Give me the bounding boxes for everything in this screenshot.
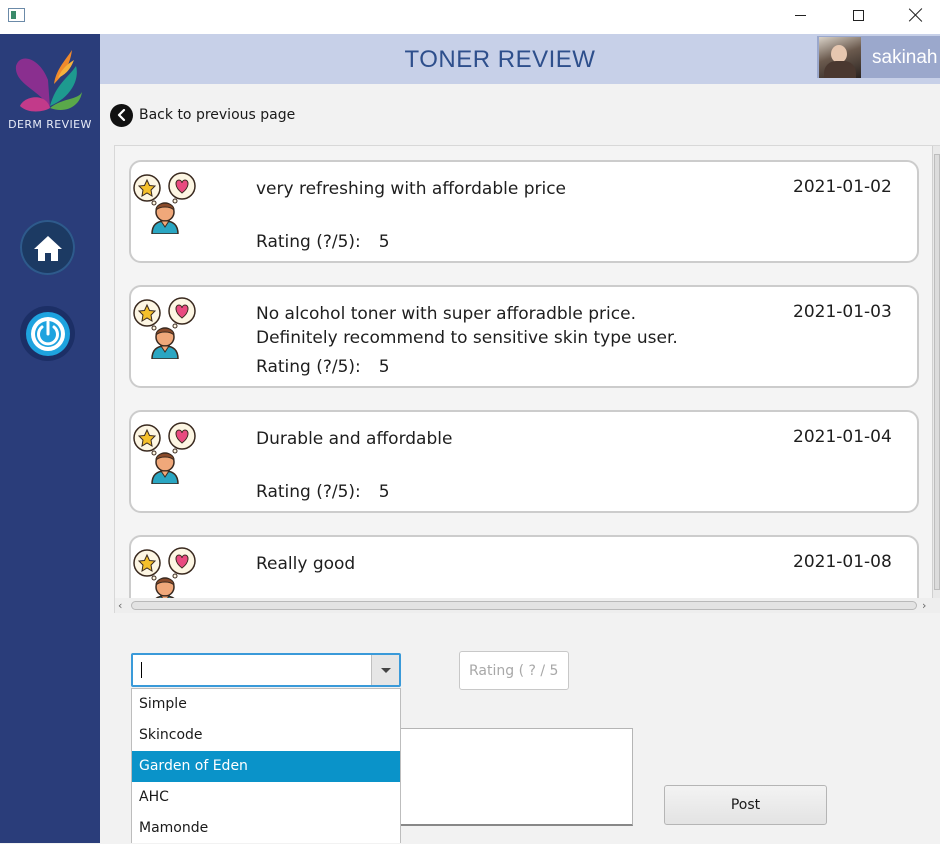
maximize-icon xyxy=(852,9,864,21)
post-button[interactable]: Post xyxy=(664,785,827,825)
avatar xyxy=(819,37,861,78)
review-date: 2021-01-04 xyxy=(793,427,892,447)
minimize-button[interactable] xyxy=(771,0,829,30)
dropdown-option-simple[interactable]: Simple xyxy=(132,689,400,720)
review-rating: Rating (?/5): 5 xyxy=(256,232,390,252)
reviewer-avatar-icon xyxy=(133,172,196,234)
review-comment: Really good xyxy=(256,554,356,574)
reviewer-avatar-icon xyxy=(133,422,196,484)
chevron-down-icon xyxy=(380,667,391,673)
dropdown-option-skincode[interactable]: Skincode xyxy=(132,720,400,751)
review-textarea[interactable] xyxy=(398,728,633,826)
back-label: Back to previous page xyxy=(139,107,296,123)
dropdown-option-mamonde[interactable]: Mamonde xyxy=(132,813,400,844)
reviewer-avatar-icon xyxy=(133,547,196,598)
back-arrow-icon xyxy=(110,103,133,127)
review-date: 2021-01-02 xyxy=(793,177,892,197)
rating-field[interactable] xyxy=(459,651,569,690)
rating-label: Rating (?/5): xyxy=(256,482,361,502)
power-icon xyxy=(25,311,70,356)
user-profile[interactable]: sakinah xyxy=(817,36,940,78)
app-icon xyxy=(8,8,25,22)
rating-value: 5 xyxy=(378,232,390,252)
review-card: Durable and affordable 2021-01-04 Rating… xyxy=(129,410,919,513)
horizontal-scrollbar[interactable]: ‹ › xyxy=(115,598,940,613)
sidebar: DERM REVIEW xyxy=(0,34,100,843)
minimize-icon xyxy=(794,14,806,16)
rating-value: 5 xyxy=(378,357,390,377)
rating-label: Rating (?/5): xyxy=(256,357,361,377)
home-button[interactable] xyxy=(20,220,75,275)
maximize-button[interactable] xyxy=(829,0,887,30)
product-dropdown-list: Simple Skincode Garden of Eden AHC Mamon… xyxy=(131,688,401,843)
product-combobox[interactable] xyxy=(131,653,401,687)
close-button[interactable] xyxy=(887,0,940,30)
review-rating: Rating (?/5): 5 xyxy=(256,482,390,502)
logout-button[interactable] xyxy=(20,306,75,361)
review-date: 2021-01-03 xyxy=(793,302,892,322)
page-header: TONER REVIEW sakinah xyxy=(100,34,940,84)
review-date: 2021-01-08 xyxy=(793,552,892,572)
review-list[interactable]: very refreshing with affordable price 20… xyxy=(114,145,940,613)
review-card: Really good 2021-01-08 xyxy=(129,535,919,598)
brand-name: DERM REVIEW xyxy=(8,118,92,131)
home-icon xyxy=(33,235,62,261)
username: sakinah xyxy=(872,47,938,68)
reviewer-avatar-icon xyxy=(133,297,196,359)
vertical-scroll-thumb[interactable] xyxy=(934,154,940,590)
scroll-right-icon[interactable]: › xyxy=(922,599,926,612)
vertical-scrollbar[interactable] xyxy=(932,146,940,598)
page-title: TONER REVIEW xyxy=(404,46,596,73)
review-comment: No alcohol toner with super afforadble p… xyxy=(256,304,678,348)
back-link[interactable]: Back to previous page xyxy=(110,103,295,127)
horizontal-scroll-thumb[interactable] xyxy=(131,601,917,610)
review-card: No alcohol toner with super afforadble p… xyxy=(129,285,919,388)
butterfly-logo-icon xyxy=(15,50,82,112)
close-icon xyxy=(909,8,923,22)
window-titlebar xyxy=(0,0,940,34)
review-comment: Durable and affordable xyxy=(256,429,453,449)
review-card: very refreshing with affordable price 20… xyxy=(129,160,919,263)
dropdown-toggle[interactable] xyxy=(371,655,399,685)
review-list-viewport: very refreshing with affordable price 20… xyxy=(115,146,931,598)
review-comment: very refreshing with affordable price xyxy=(256,179,567,199)
dropdown-option-ahc[interactable]: AHC xyxy=(132,782,400,813)
review-rating: Rating (?/5): 5 xyxy=(256,357,390,377)
rating-label: Rating (?/5): xyxy=(256,232,361,252)
product-input[interactable] xyxy=(133,655,371,685)
rating-value: 5 xyxy=(378,482,390,502)
scroll-left-icon[interactable]: ‹ xyxy=(118,599,122,612)
dropdown-option-garden-of-eden[interactable]: Garden of Eden xyxy=(132,751,400,782)
text-cursor xyxy=(141,662,142,678)
